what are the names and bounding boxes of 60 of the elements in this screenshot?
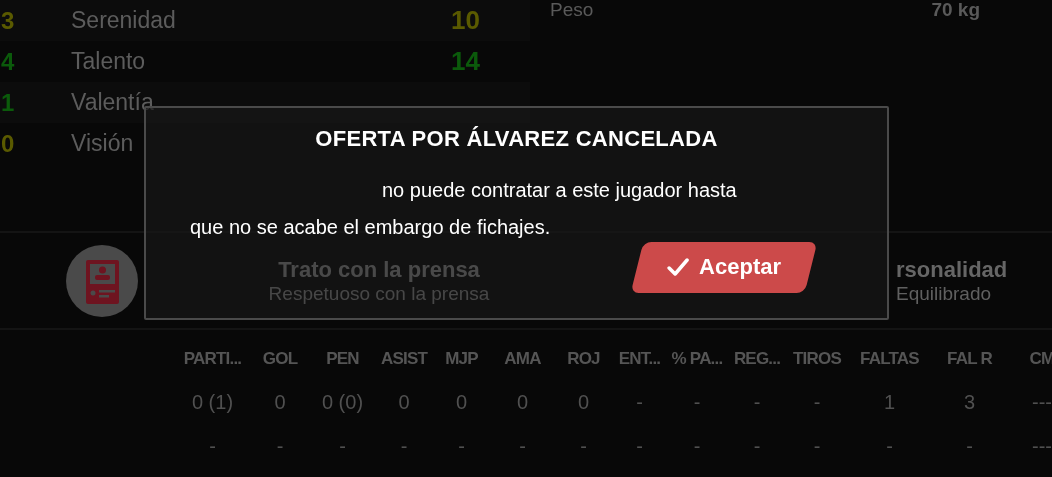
column-header: AMA	[503, 349, 542, 369]
table-cell-text: ---	[1031, 434, 1052, 458]
table-cell-text: 0 (0)	[320, 390, 365, 414]
attribute-value: 4	[1, 47, 16, 76]
dialog-title: OFERTA POR ÁLVAREZ CANCELADA	[314, 126, 719, 152]
attribute-name: Serenidad	[71, 7, 176, 34]
column-header: FALTAS	[859, 349, 920, 369]
attribute-value: 14	[451, 46, 480, 77]
check-icon	[667, 257, 690, 276]
table-cell-text: 0	[273, 390, 287, 414]
table-cell-text: 0 (1)	[190, 390, 235, 414]
column-header: ROJ	[566, 349, 601, 369]
table-cell-text: -	[885, 434, 894, 458]
table-cell-text: -	[692, 390, 702, 414]
attribute-value: 0	[1, 129, 16, 158]
column-header: MJP	[444, 349, 479, 369]
table-cell-text: 1	[882, 390, 897, 414]
detail-value: 70 kg	[931, 0, 980, 20]
column-header: ASIST	[379, 349, 429, 369]
table-cell-text: -	[579, 434, 588, 458]
table-cell-text: -	[692, 434, 702, 458]
table-cell-text: 0	[576, 390, 591, 414]
table-cell-text: -	[399, 434, 409, 458]
column-header: ENT...	[617, 349, 662, 369]
table-cell-text: 0	[515, 390, 530, 414]
column-header: FAL R	[946, 349, 993, 369]
attribute-value: 3	[1, 6, 16, 35]
column-header: PEN	[325, 349, 360, 369]
profile-card-icon	[66, 244, 138, 317]
table-cell-text: 0	[454, 390, 469, 414]
table-cell-text: ---	[1031, 390, 1052, 414]
trait-title: rsonalidad	[896, 256, 1008, 283]
accept-button[interactable]: Aceptar	[630, 242, 818, 293]
table-cell-text: -	[457, 434, 466, 458]
trait-value: Equilibrado	[896, 282, 992, 305]
attribute-name: Talento	[71, 48, 146, 75]
detail-label: Peso	[550, 0, 594, 20]
column-header: % PA...	[670, 349, 724, 369]
table-cell-text: 0	[397, 390, 411, 414]
table-cell-text: -	[635, 434, 644, 458]
table-cell-text: -	[518, 434, 527, 458]
attribute-name: Valentía	[71, 89, 154, 116]
dialog-message: no puede contratar a este jugador hasta que no se acabe el embargo de fichajes.	[190, 178, 738, 240]
table-cell-text: -	[208, 434, 217, 458]
table-cell-text: -	[812, 434, 822, 458]
table-cell-text: -	[635, 390, 644, 414]
table-cell-text: 3	[962, 390, 977, 414]
column-header: TIROS	[792, 349, 842, 369]
column-header: PARTI...	[182, 349, 243, 369]
column-header: GOL	[261, 349, 299, 369]
column-header: REG...	[732, 349, 782, 369]
table-cell-text: -	[965, 434, 974, 458]
table-cell-text: -	[275, 434, 285, 458]
attribute-value: 10	[451, 5, 480, 36]
table-cell-text: -	[752, 434, 762, 458]
table-cell-text: -	[752, 390, 762, 414]
attribute-value: 1	[1, 88, 16, 117]
attribute-name: Visión	[71, 130, 134, 157]
table-cell-text: -	[812, 390, 822, 414]
table-cell-text: -	[338, 434, 347, 458]
